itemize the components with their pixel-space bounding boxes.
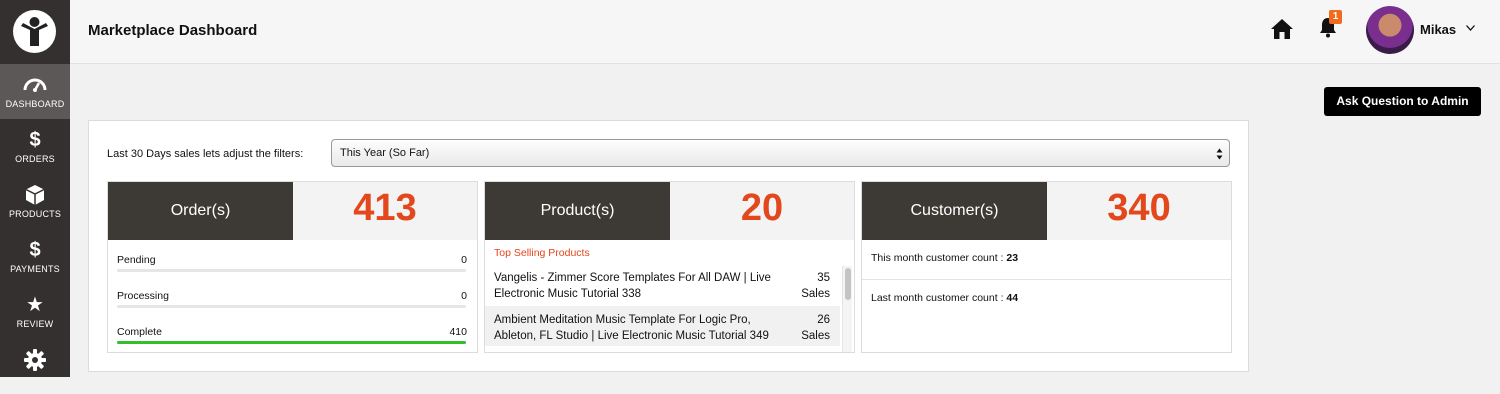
sidebar-item-settings[interactable] xyxy=(0,339,70,394)
ask-question-button[interactable]: Ask Question to Admin xyxy=(1324,87,1481,116)
order-status-complete: Complete 410 xyxy=(117,318,468,348)
product-name[interactable]: Vangelis - Zimmer Score Templates For Al… xyxy=(494,270,774,302)
sidebar-item-label: DASHBOARD xyxy=(5,99,65,109)
order-status-processing: Processing 0 xyxy=(117,282,468,312)
status-value: 0 xyxy=(461,254,467,266)
dollar-icon: $ xyxy=(29,129,41,151)
last-month-value: 44 xyxy=(1006,292,1019,304)
status-value: 0 xyxy=(461,290,467,302)
top-selling-heading: Top Selling Products xyxy=(494,247,590,259)
sidebar-item-orders[interactable]: $ ORDERS xyxy=(0,119,70,174)
select-arrows-icon xyxy=(1216,148,1223,160)
user-name[interactable]: Mikas xyxy=(1420,22,1456,37)
sidebar-item-payments[interactable]: $ PAYMENTS xyxy=(0,229,70,284)
period-select-value: This Year (So Far) xyxy=(340,147,430,159)
product-sales: 35 Sales xyxy=(801,272,830,300)
scrollbar-thumb[interactable] xyxy=(845,268,851,300)
customers-card-title: Customer(s) xyxy=(862,182,1047,240)
notification-badge: 1 xyxy=(1329,10,1342,24)
period-select[interactable]: This Year (So Far) xyxy=(331,139,1230,167)
this-month-customers-text: This month customer count : 23 xyxy=(871,252,1018,264)
products-count: 20 xyxy=(670,182,854,240)
orders-card-title: Order(s) xyxy=(108,182,293,240)
last-month-customers: Last month customer count : 44 xyxy=(862,279,1231,318)
list-item[interactable]: Vangelis - Zimmer Score Templates For Al… xyxy=(485,264,840,304)
sales-panel: Last 30 Days sales lets adjust the filte… xyxy=(88,120,1249,372)
page-title: Marketplace Dashboard xyxy=(88,22,258,39)
sidebar-item-products[interactable]: PRODUCTS xyxy=(0,174,70,229)
top-bar: Marketplace Dashboard 1 Mikas xyxy=(70,0,1500,64)
logo[interactable] xyxy=(13,10,56,53)
sidebar-item-label: PAYMENTS xyxy=(10,264,60,274)
chevron-down-icon[interactable] xyxy=(1466,25,1475,31)
status-value: 410 xyxy=(449,326,467,338)
sidebar-item-dashboard[interactable]: DASHBOARD xyxy=(0,64,70,119)
gear-icon xyxy=(0,349,70,371)
star-icon: ★ xyxy=(26,294,44,316)
status-progress-bar xyxy=(117,341,466,344)
list-scrollbar[interactable] xyxy=(842,266,852,352)
this-month-value: 23 xyxy=(1006,252,1019,264)
sidebar-item-review[interactable]: ★ REVIEW xyxy=(0,284,70,339)
status-label: Complete xyxy=(117,326,162,338)
top-selling-list[interactable]: Vangelis - Zimmer Score Templates For Al… xyxy=(485,264,854,352)
dollar-icon: $ xyxy=(29,239,41,261)
status-progress-bar xyxy=(117,269,466,272)
status-label: Pending xyxy=(117,254,156,266)
last-month-label: Last month customer count : xyxy=(871,292,1004,304)
products-card: Product(s) 20 Top Selling Products Vange… xyxy=(484,181,855,353)
status-label: Processing xyxy=(117,290,169,302)
customers-count: 340 xyxy=(1047,182,1231,240)
sidebar: DASHBOARD $ ORDERS PRODUCTS $ PAYMENTS ★… xyxy=(0,0,70,377)
sidebar-item-label: ORDERS xyxy=(15,154,55,164)
product-sales: 26 Sales xyxy=(801,314,830,342)
order-status-pending: Pending 0 xyxy=(117,246,468,276)
orders-count: 413 xyxy=(293,182,477,240)
logo-figure-icon xyxy=(21,17,48,46)
status-progress-bar xyxy=(117,305,466,308)
sidebar-item-label: REVIEW xyxy=(16,319,54,329)
orders-card: Order(s) 413 Pending 0 Processing 0 Comp… xyxy=(107,181,478,353)
last-month-customers-text: Last month customer count : 44 xyxy=(871,292,1018,304)
filter-label: Last 30 Days sales lets adjust the filte… xyxy=(107,148,304,160)
this-month-customers: This month customer count : 23 xyxy=(862,240,1231,279)
customers-card: Customer(s) 340 This month customer coun… xyxy=(861,181,1232,353)
home-icon[interactable] xyxy=(1270,18,1294,40)
product-name[interactable]: Ambient Meditation Music Template For Lo… xyxy=(494,312,774,344)
sidebar-item-label: PRODUCTS xyxy=(8,209,62,219)
box-icon xyxy=(0,184,70,206)
this-month-label: This month customer count : xyxy=(871,252,1004,264)
list-item[interactable]: Ambient Meditation Music Template For Lo… xyxy=(485,306,840,346)
avatar[interactable] xyxy=(1366,6,1414,54)
products-card-title: Product(s) xyxy=(485,182,670,240)
speedometer-icon xyxy=(0,74,70,96)
status-progress-fill xyxy=(117,341,466,344)
